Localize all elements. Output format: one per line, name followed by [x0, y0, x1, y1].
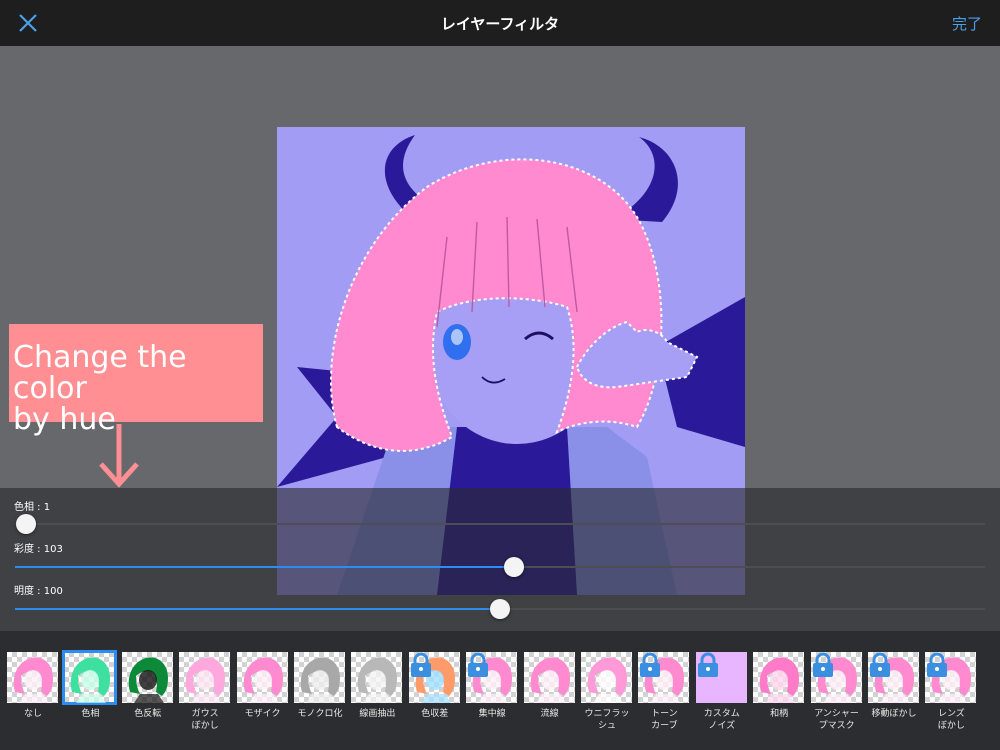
- filter-item[interactable]: 色収差: [408, 652, 461, 720]
- filter-thumbnail[interactable]: [753, 652, 805, 703]
- filter-label: 色相: [81, 709, 100, 719]
- brightness-slider-thumb[interactable]: [490, 599, 510, 619]
- filter-thumbnail[interactable]: [925, 652, 977, 703]
- filter-preview-image: [300, 657, 340, 703]
- filter-item[interactable]: ガウス ぼかし: [179, 652, 231, 732]
- filter-preview-image: [13, 657, 53, 703]
- saturation-label: 彩度 : 103: [14, 544, 63, 555]
- filter-preview-image: [530, 657, 570, 703]
- filter-item[interactable]: 集中線: [466, 652, 518, 720]
- saturation-slider-thumb[interactable]: [503, 557, 524, 577]
- filter-preview-image: [185, 657, 226, 703]
- filter-preview-image: [243, 657, 283, 703]
- filter-thumbnail[interactable]: [179, 652, 231, 703]
- close-icon: [19, 14, 37, 32]
- filter-item[interactable]: モザイク: [236, 652, 289, 720]
- filter-label: 和柄: [770, 709, 789, 719]
- filter-label: レンズ ぼかし: [937, 709, 965, 731]
- filter-label: なし: [23, 709, 42, 719]
- filter-label: トーン カーブ: [651, 709, 678, 731]
- filter-preview-image: [587, 657, 627, 703]
- filter-thumbnail[interactable]: [408, 652, 460, 703]
- filter-label: 移動ぼかし: [871, 709, 917, 719]
- annotation-callout: Change the color by hue: [9, 324, 263, 435]
- filter-preview-image: [358, 657, 398, 703]
- filter-thumbnail[interactable]: [351, 652, 403, 703]
- lock-icon: [697, 652, 718, 677]
- filter-label: モザイク: [244, 709, 281, 719]
- filter-label: ガウス ぼかし: [191, 709, 219, 731]
- filter-item[interactable]: 移動ぼかし: [868, 652, 920, 720]
- adjustment-panel: 色相 : 1 彩度 : 103 明度 : 100: [0, 488, 1000, 631]
- filter-label: アンシャー プマスク: [814, 709, 859, 731]
- filter-item[interactable]: アンシャー プマスク: [810, 652, 863, 732]
- filter-label: 線画抽出: [359, 709, 396, 719]
- filter-label: モノクロ化: [297, 709, 343, 719]
- hue-label: 色相 : 1: [14, 502, 51, 513]
- filter-thumbnail[interactable]: [868, 652, 919, 703]
- filter-thumbnail[interactable]: [523, 652, 575, 703]
- filter-thumbnail[interactable]: [638, 652, 690, 703]
- filter-thumbnail[interactable]: [294, 652, 345, 703]
- filter-thumbnail[interactable]: [236, 652, 288, 703]
- hue-slider[interactable]: [15, 514, 985, 534]
- filter-strip: なし 色相 色反転 ガウス ぼかし モザイク モノクロ化 線画抽出 色収差 集中線 流線 ウニフラッ…: [0, 631, 1000, 750]
- filter-item[interactable]: モノクロ化: [294, 652, 346, 720]
- filter-label: 色収差: [421, 709, 449, 719]
- brightness-slider-fill: [15, 608, 500, 610]
- filter-item[interactable]: 線画抽出: [351, 652, 403, 720]
- filter-item[interactable]: トーン カーブ: [638, 652, 690, 732]
- filter-item[interactable]: 色相: [62, 650, 118, 720]
- filter-thumbnail[interactable]: [62, 650, 118, 705]
- filter-label: 色反転: [134, 709, 162, 719]
- filter-preview-image: [71, 657, 111, 703]
- filter-label: 集中線: [478, 709, 506, 719]
- lock-icon: [927, 652, 948, 677]
- annotation-text-line1: Change the color: [13, 340, 187, 406]
- filter-label: カスタム ノイズ: [703, 709, 740, 731]
- filter-thumbnail[interactable]: [695, 652, 747, 703]
- filter-item[interactable]: カスタム ノイズ: [695, 652, 748, 732]
- filter-preview-image: [759, 657, 800, 703]
- saturation-slider-fill: [15, 566, 514, 568]
- filter-thumbnail[interactable]: [581, 652, 632, 703]
- filter-thumbnail[interactable]: [466, 652, 518, 703]
- filter-item[interactable]: 和柄: [753, 652, 805, 720]
- brightness-label: 明度 : 100: [14, 586, 63, 597]
- filter-thumbnail[interactable]: [810, 652, 862, 703]
- filter-item[interactable]: 流線: [523, 652, 576, 720]
- hue-slider-thumb[interactable]: [15, 514, 36, 534]
- lock-icon: [870, 652, 890, 677]
- lock-icon: [468, 652, 489, 677]
- filter-label: ウニフラッ シュ: [584, 709, 630, 731]
- filter-thumbnail[interactable]: [7, 652, 58, 703]
- brightness-slider[interactable]: [15, 599, 985, 619]
- filter-item[interactable]: レンズ ぼかし: [925, 652, 977, 732]
- filter-preview-image: [128, 657, 168, 703]
- top-bar: レイヤーフィルタ 完了: [0, 0, 1000, 46]
- filter-item[interactable]: なし: [7, 652, 59, 720]
- page-title: レイヤーフィルタ: [440, 15, 560, 33]
- filter-thumbnail[interactable]: [121, 652, 173, 703]
- done-button[interactable]: 完了: [952, 13, 982, 34]
- lock-icon: [640, 652, 661, 677]
- filter-item[interactable]: 色反転: [121, 652, 174, 720]
- filter-label: 流線: [540, 709, 559, 719]
- lock-icon: [812, 652, 833, 677]
- filter-item[interactable]: ウニフラッ シュ: [581, 652, 633, 732]
- saturation-slider[interactable]: [15, 557, 985, 577]
- close-button[interactable]: [14, 9, 42, 37]
- lock-icon: [410, 652, 431, 677]
- arrow-down-icon: [99, 424, 139, 488]
